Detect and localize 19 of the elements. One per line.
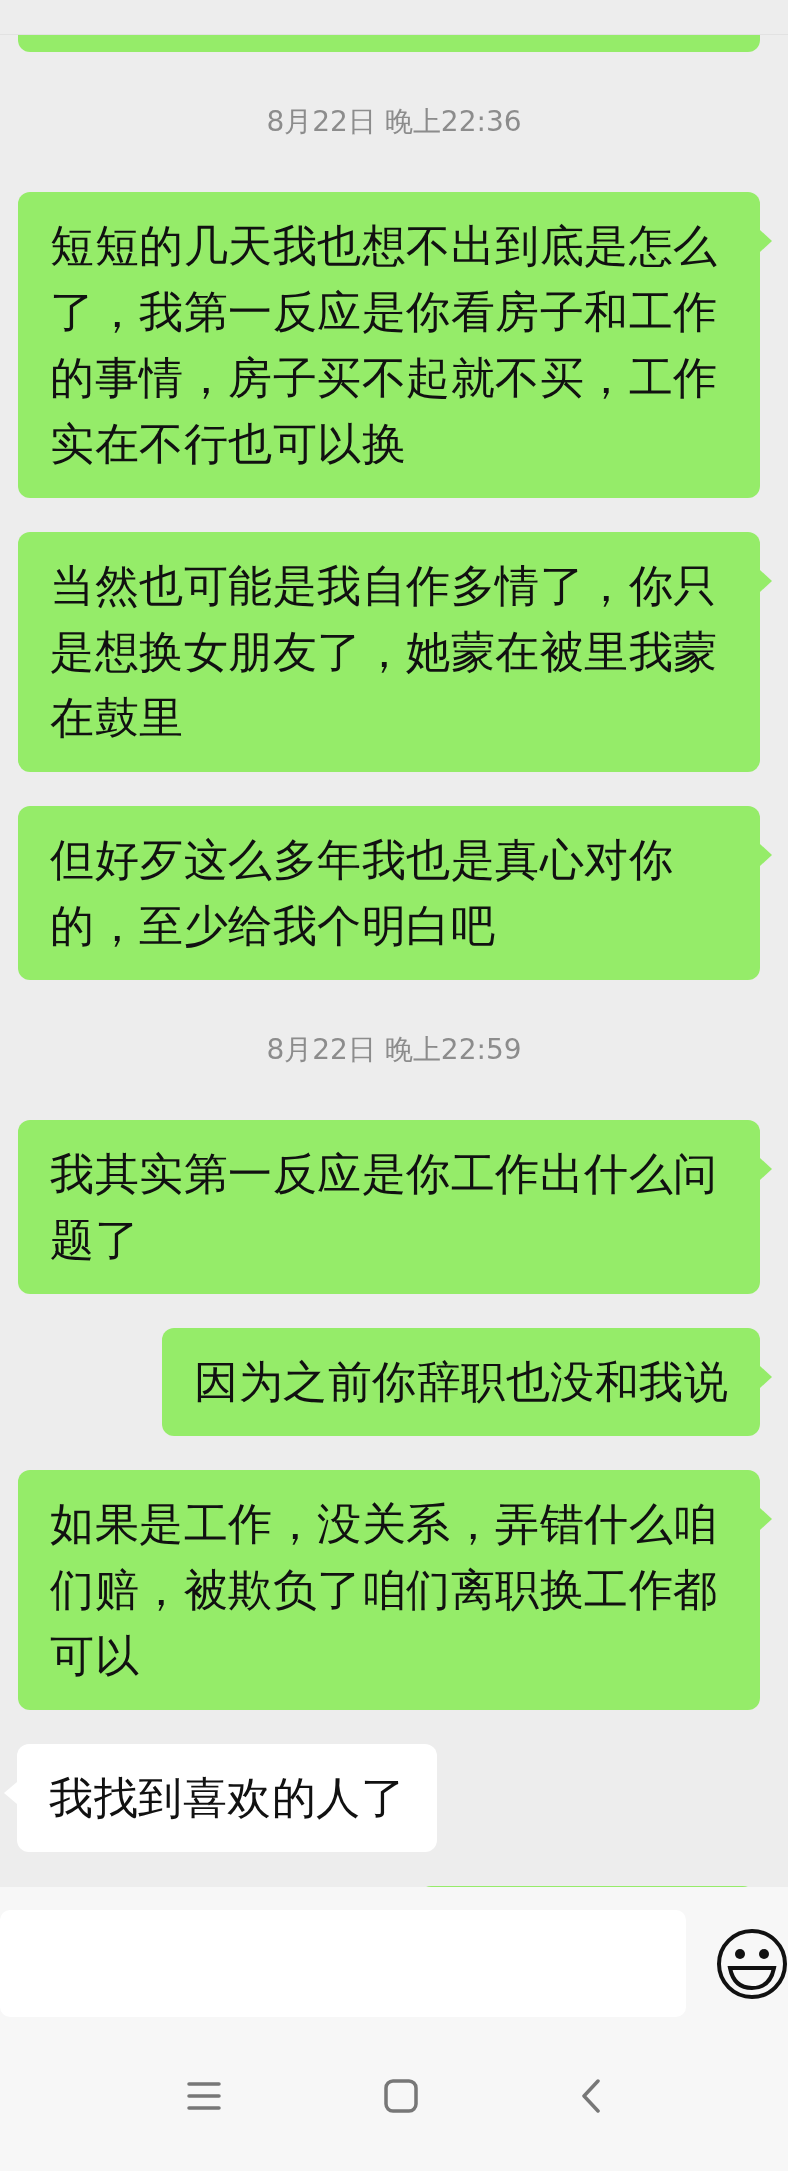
bubble-tail [760,844,772,866]
message-bubble: 当然也可能是我自作多情了，你只是想换女朋友了，她蒙在被里我蒙在鼓里 [18,532,760,772]
message-bubble: 但好歹这么多年我也是真心对你的，至少给我个明白吧 [18,806,760,980]
bubble-tail [760,1508,772,1530]
home-icon[interactable] [384,2078,418,2113]
bubble-tail [760,570,772,592]
timestamp: 8月22日 晚上22:59 [266,1032,522,1068]
message-bubble: 我找到喜欢的人了 [17,1744,437,1852]
bubble-tail [760,1158,772,1180]
back-icon[interactable] [581,2078,602,2113]
message-bubble: 如果是工作，没关系，弄错什么咱们赔，被欺负了咱们离职换工作都可以 [18,1470,760,1710]
message-bubble: 我其实第一反应是你工作出什么问题了 [18,1120,760,1294]
message-bubble: 短短的几天我也想不出到底是怎么了，我第一反应是你看房子和工作的事情，房子买不起就不买，工作实在不行也可以换 [18,192,760,498]
emoji-icon[interactable] [716,1928,788,2000]
bubble-tail [760,1366,772,1388]
bubble-tail [760,230,772,252]
menu-icon[interactable] [186,2080,221,2111]
timestamp: 8月22日 晚上22:36 [266,104,522,140]
message-bubble: 因为之前你辞职也没和我说 [162,1328,760,1436]
